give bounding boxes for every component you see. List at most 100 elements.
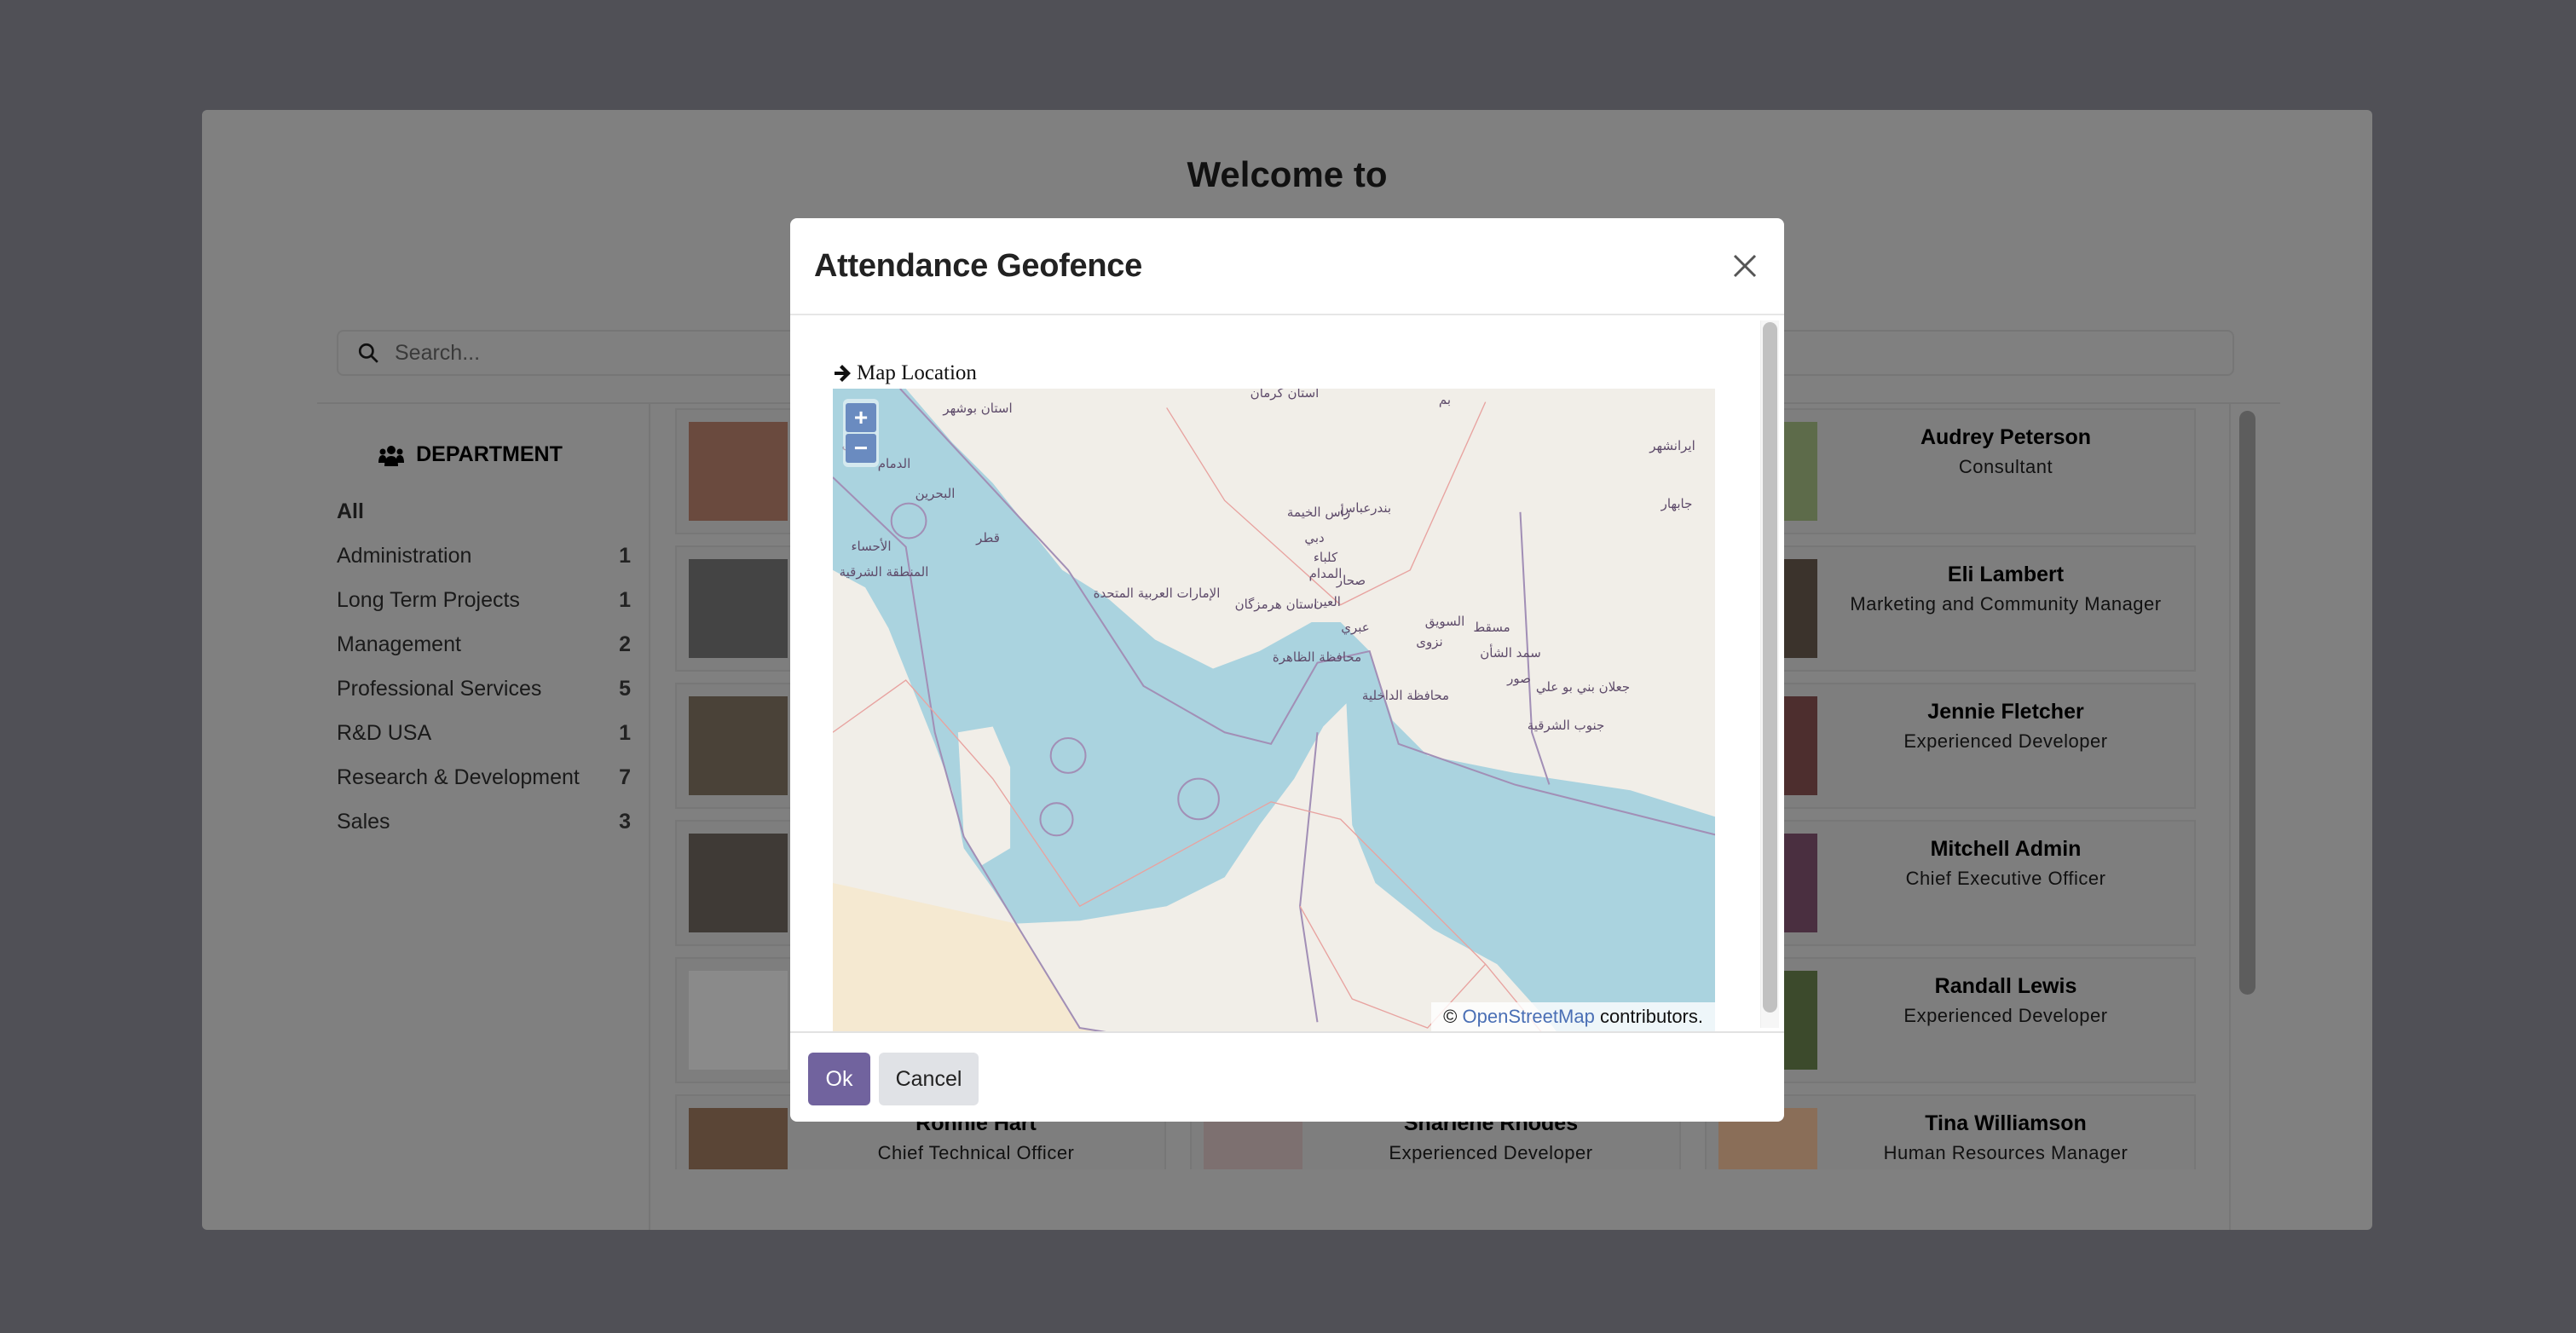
map-place-label: المنطقة الشرقية	[840, 564, 929, 580]
scrollbar-track	[2229, 404, 2231, 1230]
department-count: 3	[619, 809, 631, 834]
employee-photo	[689, 834, 788, 932]
search-icon	[358, 343, 378, 363]
map-location-text: Map Location	[857, 361, 977, 384]
employee-job: Experienced Developer	[1903, 1005, 2108, 1026]
employee-job: Experienced Developer	[1903, 730, 2108, 752]
ok-button[interactable]: Ok	[808, 1053, 870, 1105]
map-place-label: الأحساء	[852, 538, 892, 554]
employee-job: Chief Executive Officer	[1905, 868, 2106, 889]
users-icon	[378, 445, 405, 466]
dialog-title: Attendance Geofence	[814, 247, 1142, 284]
map-place-label: الإمارات العربية المتحدة	[1094, 586, 1221, 601]
employee-job: Human Resources Manager	[1883, 1142, 2128, 1163]
zoom-out-button[interactable]: −	[846, 434, 876, 463]
scrollbar[interactable]	[2239, 411, 2255, 995]
map-place-label: قطر	[975, 530, 1000, 545]
employee-photo	[689, 971, 788, 1070]
map-place-label: عبري	[1341, 620, 1370, 636]
employee-job: Marketing and Community Manager	[1850, 593, 2162, 615]
map-place-label: دبي	[1304, 530, 1324, 546]
department-item[interactable]: Long Term Projects 1	[337, 578, 631, 622]
map-location-label: Map Location	[833, 361, 977, 385]
employee-photo	[689, 1108, 788, 1169]
department-label: R&D USA	[337, 720, 432, 745]
zoom-control: + −	[843, 399, 879, 467]
department-label: Sales	[337, 809, 390, 834]
map-place-label: محافظة الداخلية	[1362, 688, 1449, 703]
employee-name: Mitchell Admin	[1930, 837, 2082, 861]
map-place-label: استان كرمان	[1250, 389, 1320, 401]
department-item[interactable]: R&D USA 1	[337, 711, 631, 755]
department-count: 2	[619, 632, 631, 656]
close-icon[interactable]	[1728, 249, 1762, 283]
department-heading-text: DEPARTMENT	[416, 442, 563, 466]
department-count: 5	[619, 676, 631, 701]
attribution-text: contributors.	[1599, 1006, 1703, 1027]
arrow-right-icon	[835, 365, 851, 382]
map-place-label: استان بوشهر	[942, 401, 1012, 416]
department-label: Management	[337, 632, 461, 656]
map-place-label: العين	[1314, 594, 1341, 609]
openstreetmap-link[interactable]: OpenStreetMap	[1463, 1006, 1595, 1027]
department-label: Long Term Projects	[337, 587, 520, 612]
map-place-label: استان هرمزگان	[1235, 597, 1318, 612]
employee-name: Randall Lewis	[1934, 974, 2077, 998]
map-place-label: الدمام	[878, 456, 911, 471]
map-place-label: كلباء	[1314, 550, 1338, 565]
divider	[649, 404, 650, 1230]
map-place-label: نزوى	[1416, 634, 1442, 649]
department-count: 1	[619, 720, 631, 745]
department-label: Research & Development	[337, 765, 580, 789]
map-place-label: محافظة الظاهرة	[1273, 649, 1361, 665]
department-item[interactable]: Management 2	[337, 622, 631, 666]
map-place-label: رأس الخيمة	[1287, 504, 1350, 520]
map-place-label: صور	[1506, 671, 1531, 686]
cancel-button[interactable]: Cancel	[879, 1053, 979, 1105]
employee-photo	[689, 422, 788, 521]
map-place-label: جعلان بني بو علي	[1536, 679, 1630, 695]
copyright-symbol: ©	[1443, 1006, 1458, 1027]
department-heading: DEPARTMENT	[330, 442, 611, 467]
map[interactable]: بندرعباس استان هرمزگان استان بوشهر استان كر…	[833, 389, 1715, 1031]
employee-name: Audrey Peterson	[1920, 425, 2092, 449]
map-place-label: سمد الشأن	[1480, 643, 1541, 661]
employee-name: Jennie Fletcher	[1927, 700, 2084, 724]
dialog-scrollbar[interactable]	[1763, 322, 1777, 1013]
map-place-label: ايرانشهر	[1649, 438, 1695, 453]
map-place-label: بم	[1439, 392, 1451, 407]
department-label: Administration	[337, 543, 472, 568]
department-item[interactable]: Administration 1	[337, 534, 631, 578]
welcome-title: Welcome to	[1187, 154, 1388, 194]
department-count: 7	[619, 765, 631, 789]
map-attribution: © OpenStreetMap contributors.	[1431, 1002, 1715, 1031]
department-item[interactable]: Professional Services 5	[337, 666, 631, 711]
department-count: 1	[619, 543, 631, 568]
department-item[interactable]: Research & Development 7	[337, 755, 631, 799]
department-list: All Administration 1 Long Term Projects 1 Man…	[337, 489, 631, 844]
dialog-header: Attendance Geofence	[790, 218, 1784, 315]
map-place-label: مسقط	[1473, 620, 1510, 635]
map-place-label: جابهار	[1661, 496, 1693, 511]
department-count: 1	[619, 587, 631, 612]
employee-photo	[689, 559, 788, 658]
attendance-geofence-dialog: Attendance Geofence Map Location بندرعبا…	[790, 218, 1784, 1122]
zoom-in-button[interactable]: +	[846, 403, 876, 432]
dialog-footer: Ok Cancel	[790, 1031, 1784, 1122]
employee-job: Chief Technical Officer	[877, 1142, 1075, 1163]
employee-job: Experienced Developer	[1389, 1142, 1593, 1163]
department-item[interactable]: All	[337, 489, 631, 534]
department-label: Professional Services	[337, 676, 542, 701]
department-label: All	[337, 499, 364, 523]
employee-name: Tina Williamson	[1925, 1111, 2087, 1135]
map-place-label: السويق	[1425, 614, 1465, 629]
map-place-label: جنوب الشرقية	[1528, 718, 1605, 733]
employee-name: Eli Lambert	[1947, 563, 2065, 586]
department-item[interactable]: Sales 3	[337, 799, 631, 844]
dialog-body: Map Location بندرعباس استان هرمزگان استا…	[790, 317, 1784, 1031]
map-place-label: البحرين	[915, 486, 956, 501]
employee-photo	[689, 696, 788, 795]
map-place-label: صحار	[1336, 573, 1366, 588]
map-tiles[interactable]: بندرعباساستان هرمزگاناستان بوشهراستان كر…	[833, 389, 1715, 1031]
employee-job: Consultant	[1958, 456, 2053, 477]
